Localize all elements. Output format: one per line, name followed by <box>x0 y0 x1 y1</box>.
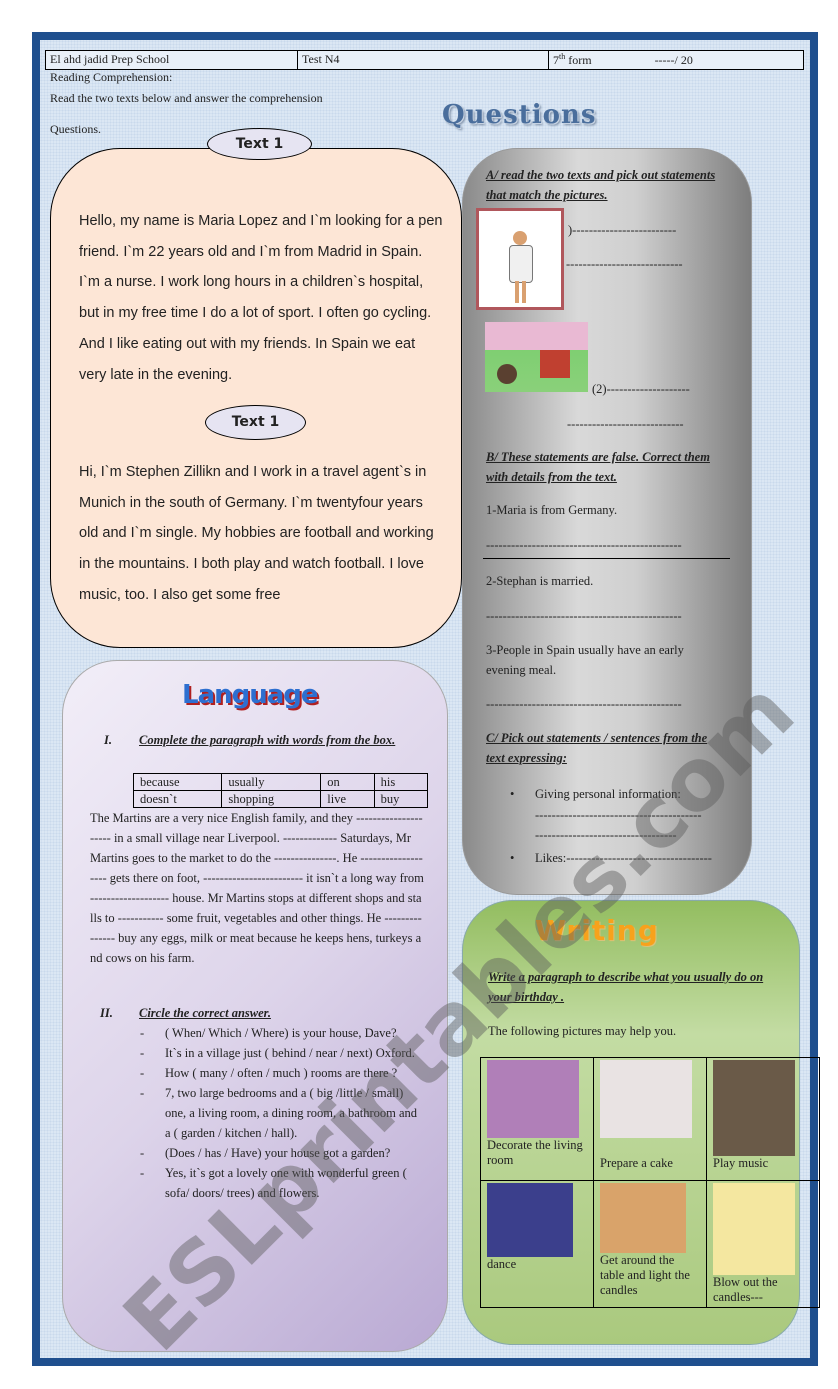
dash: - <box>140 1166 145 1180</box>
cake-picture <box>600 1060 692 1138</box>
word-box: because usually on his doesn`t shopping … <box>132 773 429 808</box>
test-number: Test N4 <box>298 51 549 69</box>
part-ii-number: II. <box>100 1006 113 1020</box>
word-shopping: shopping <box>221 790 322 808</box>
part-i-title: Complete the paragraph with words from t… <box>139 733 396 747</box>
language-title: Language <box>182 680 319 710</box>
gap-fill-paragraph: The Martins are a very nice English fami… <box>90 811 424 965</box>
text2-label: Text 1 <box>205 405 306 440</box>
text1-paragraph: Hello, my name is Maria Lopez and I`m lo… <box>79 213 443 383</box>
instruction-line-2: Questions. <box>50 122 101 136</box>
question-b-item-1: 1-Maria is from Germany. <box>486 503 618 517</box>
answer-b-1[interactable]: ----------------------------------------… <box>486 535 706 555</box>
school-name: El ahd jadid Prep School <box>46 51 298 69</box>
score: -----/ 20 <box>654 53 693 67</box>
bullet-icon: • <box>510 851 515 865</box>
form-cell: 7th form -----/ 20 <box>549 51 803 69</box>
bullet-icon: • <box>510 787 515 801</box>
answer-line-4[interactable]: ---------------------------- <box>567 414 684 434</box>
pictures-row: dance Get around the table and light the… <box>480 1180 820 1308</box>
word-his: his <box>373 773 429 791</box>
picture-cell: Prepare a cake <box>593 1057 707 1181</box>
picture-cell: Get around the table and light the candl… <box>593 1180 707 1308</box>
dash: - <box>140 1146 145 1160</box>
picture-caption: Get around the table and light the candl… <box>600 1253 690 1297</box>
picture-cell: dance <box>480 1180 594 1308</box>
dash: - <box>140 1046 145 1060</box>
picture-caption: dance <box>487 1257 517 1271</box>
question-a-title: A/ read the two texts and pick out state… <box>486 168 716 202</box>
answer-b-3[interactable]: ----------------------------------------… <box>486 694 708 714</box>
text1-label: Text 1 <box>207 128 312 160</box>
question-b-title: B/ These statements are false. Correct t… <box>486 450 710 484</box>
word-live: live <box>320 790 375 808</box>
band-picture <box>713 1060 795 1156</box>
instruction-line-1: Read the two texts below and answer the … <box>50 91 323 105</box>
pictures-table: Decorate the living room Prepare a cake … <box>480 1057 820 1308</box>
picture-caption: Play music <box>713 1156 769 1170</box>
pictures-row: Decorate the living room Prepare a cake … <box>480 1057 820 1181</box>
football-tv-picture <box>485 322 588 392</box>
text2-paragraph: Hi, I`m Stephen Zillikn and I work in a … <box>79 464 434 603</box>
word-box-row: doesn`t shopping live buy <box>132 790 429 808</box>
picture-caption: Prepare a cake <box>600 1156 673 1170</box>
part-i-number: I. <box>104 733 112 747</box>
form-suffix: th <box>559 52 566 61</box>
part-ii-title: Circle the correct answer. <box>139 1006 271 1020</box>
header-table: El ahd jadid Prep School Test N4 7th for… <box>45 50 804 70</box>
picture-caption: Decorate the living room <box>487 1138 583 1167</box>
word-box-row: because usually on his <box>132 773 429 791</box>
word-because: because <box>132 773 223 791</box>
picture-cell: Blow out the candles--- <box>706 1180 820 1308</box>
dash: - <box>140 1026 145 1040</box>
divider <box>483 558 730 559</box>
decorate-picture <box>487 1060 579 1138</box>
worksheet-page: El ahd jadid Prep School Test N4 7th for… <box>0 0 838 1389</box>
word-buy: buy <box>373 790 429 808</box>
answer-line-2[interactable]: ---------------------------- <box>566 254 683 274</box>
dance-picture <box>487 1183 573 1257</box>
word-usually: usually <box>221 773 322 791</box>
dash: - <box>140 1066 145 1080</box>
answer-line-1[interactable]: )------------------------- <box>568 220 676 240</box>
form-label: form <box>568 53 592 67</box>
blow-candles-picture <box>713 1183 795 1275</box>
picture-cell: Play music <box>706 1057 820 1181</box>
nurse-picture <box>476 208 564 310</box>
word-doesnt: doesn`t <box>132 790 223 808</box>
answer-b-2[interactable]: ----------------------------------------… <box>486 606 708 626</box>
dash: - <box>140 1086 145 1100</box>
picture-cell: Decorate the living room <box>480 1057 594 1181</box>
word-on: on <box>320 773 375 791</box>
section-label: Reading Comprehension: <box>50 70 173 84</box>
questions-title: Questions <box>442 100 597 130</box>
question-b-item-2: 2-Stephan is married. <box>486 574 594 588</box>
answer-line-3[interactable]: (2)-------------------- <box>592 379 690 399</box>
party-table-picture <box>600 1183 686 1253</box>
question-b-item-3: 3-People in Spain usually have an early … <box>486 643 684 677</box>
picture-caption: Blow out the candles--- <box>713 1275 778 1304</box>
